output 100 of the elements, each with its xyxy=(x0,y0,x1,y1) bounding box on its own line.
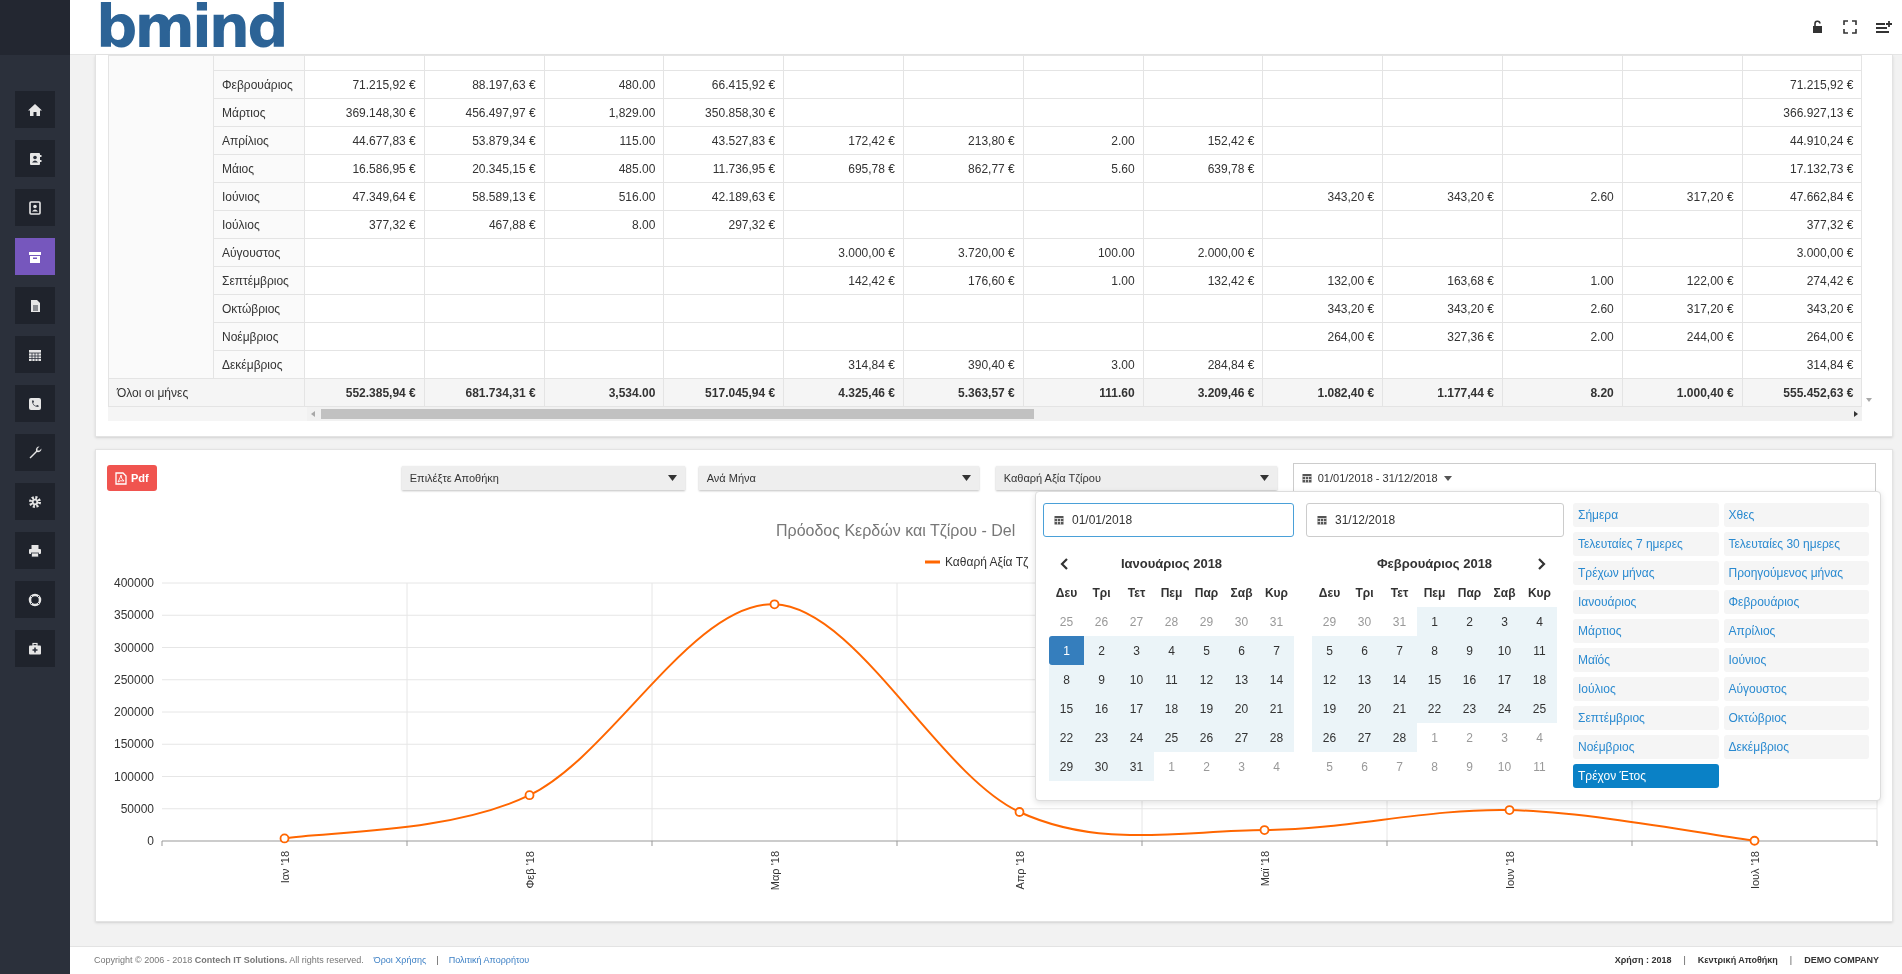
sidebar-button[interactable] xyxy=(15,287,55,324)
sidebar-button[interactable] xyxy=(15,581,55,618)
calendar-day[interactable]: 10 xyxy=(1487,636,1522,665)
calendar-day[interactable]: 18 xyxy=(1154,694,1189,723)
calendar-day[interactable]: 26 xyxy=(1312,723,1347,752)
calendar-day[interactable]: 15 xyxy=(1049,694,1084,723)
lifebuoy-icon xyxy=(27,591,43,608)
calendar-day[interactable]: 11 xyxy=(1154,665,1189,694)
sidebar-button[interactable] xyxy=(15,336,55,373)
sidebar-button[interactable] xyxy=(15,238,55,275)
calendar-day[interactable]: 6 xyxy=(1347,636,1382,665)
logo[interactable]: bmind xyxy=(96,0,286,54)
calendar-day[interactable]: 27 xyxy=(1224,723,1259,752)
horizontal-scrollbar[interactable] xyxy=(307,407,1862,421)
calendar-day[interactable]: 12 xyxy=(1312,665,1347,694)
calendar-day[interactable]: 4 xyxy=(1522,607,1557,636)
sidebar-button[interactable] xyxy=(15,140,55,177)
range-option[interactable]: Σήμερα xyxy=(1573,503,1719,527)
calendar-day[interactable]: 21 xyxy=(1259,694,1294,723)
select-field[interactable]: Επιλέξτε Αποθήκη xyxy=(401,466,685,490)
calendar-day[interactable]: 3 xyxy=(1119,636,1154,665)
calendar-day[interactable]: 6 xyxy=(1224,636,1259,665)
calendar-day[interactable]: 20 xyxy=(1224,694,1259,723)
calendar-day[interactable]: 13 xyxy=(1347,665,1382,694)
calendar-day[interactable]: 24 xyxy=(1487,694,1522,723)
calendar-day[interactable]: 23 xyxy=(1084,723,1119,752)
calendar-day[interactable]: 5 xyxy=(1312,636,1347,665)
range-option[interactable]: Τρέχων μήνας xyxy=(1573,561,1719,585)
calendar-day[interactable]: 17 xyxy=(1119,694,1154,723)
calendar-day[interactable]: 8 xyxy=(1417,636,1452,665)
calendar-day[interactable]: 26 xyxy=(1189,723,1224,752)
calendar-day[interactable]: 27 xyxy=(1347,723,1382,752)
calendar-day[interactable]: 31 xyxy=(1119,752,1154,781)
calendar-day[interactable]: 22 xyxy=(1417,694,1452,723)
range-option[interactable]: Ιανουάριος xyxy=(1573,590,1719,614)
calendar-day[interactable]: 19 xyxy=(1312,694,1347,723)
select-field[interactable]: Ανά Μήνα xyxy=(698,466,979,490)
range-option[interactable]: Ιούλιος xyxy=(1573,677,1719,701)
range-option[interactable]: Τρέχον Έτος xyxy=(1573,764,1719,788)
calendar-day[interactable]: 8 xyxy=(1049,665,1084,694)
calendar-day[interactable]: 11 xyxy=(1522,636,1557,665)
calendar-day[interactable]: 1 xyxy=(1417,607,1452,636)
calendar-day[interactable]: 16 xyxy=(1452,665,1487,694)
range-option[interactable]: Προηγούμενος μήνας xyxy=(1723,561,1869,585)
sidebar-button[interactable] xyxy=(15,385,55,422)
calendar-day[interactable]: 25 xyxy=(1522,694,1557,723)
calendar-day[interactable]: 14 xyxy=(1259,665,1294,694)
calendar-day[interactable]: 1 xyxy=(1049,636,1084,665)
range-option[interactable]: Οκτώβριος xyxy=(1723,706,1869,730)
calendar-day[interactable]: 16 xyxy=(1084,694,1119,723)
range-option[interactable]: Μαϊός xyxy=(1573,648,1719,672)
calendar-day[interactable]: 2 xyxy=(1452,607,1487,636)
footer-link[interactable]: Όροι Χρήσης xyxy=(373,953,427,968)
calendar-day[interactable]: 5 xyxy=(1189,636,1224,665)
range-option[interactable]: Σεπτέμβριος xyxy=(1573,706,1719,730)
sidebar-button[interactable] xyxy=(15,532,55,569)
calendar-day[interactable]: 13 xyxy=(1224,665,1259,694)
range-option[interactable]: Απρίλιος xyxy=(1723,619,1869,643)
select-field[interactable]: Καθαρή Αξία Τζίρου xyxy=(995,466,1277,490)
calendar-day[interactable]: 2 xyxy=(1084,636,1119,665)
range-option[interactable]: Τελευταίες 30 ημερες xyxy=(1723,532,1869,556)
calendar-day[interactable]: 29 xyxy=(1049,752,1084,781)
calendar-day[interactable]: 4 xyxy=(1154,636,1189,665)
range-option[interactable]: Αύγουστος xyxy=(1723,677,1869,701)
range-option[interactable]: Φεβρουάριος xyxy=(1723,590,1869,614)
scrollbar-thumb[interactable] xyxy=(321,409,1034,419)
calendar-day[interactable]: 30 xyxy=(1084,752,1119,781)
calendar-day[interactable]: 7 xyxy=(1382,636,1417,665)
range-option[interactable]: Χθες xyxy=(1723,503,1869,527)
date-input[interactable]: 01/01/2018 xyxy=(1043,503,1294,537)
range-option[interactable]: Ιούνιος xyxy=(1723,648,1869,672)
calendar-day[interactable]: 20 xyxy=(1347,694,1382,723)
calendar-day[interactable]: 18 xyxy=(1522,665,1557,694)
sidebar-button[interactable] xyxy=(15,630,55,667)
calendar-day[interactable]: 28 xyxy=(1382,723,1417,752)
range-option[interactable]: Τελευταίες 7 ημερες xyxy=(1573,532,1719,556)
calendar-day[interactable]: 15 xyxy=(1417,665,1452,694)
calendar-day[interactable]: 14 xyxy=(1382,665,1417,694)
calendar-day[interactable]: 22 xyxy=(1049,723,1084,752)
calendar-day[interactable]: 24 xyxy=(1119,723,1154,752)
calendar-day[interactable]: 9 xyxy=(1084,665,1119,694)
sidebar-button[interactable] xyxy=(15,189,55,226)
calendar-day[interactable]: 9 xyxy=(1452,636,1487,665)
calendar-day[interactable]: 7 xyxy=(1259,636,1294,665)
calendar-day[interactable]: 23 xyxy=(1452,694,1487,723)
calendar-day[interactable]: 19 xyxy=(1189,694,1224,723)
calendar-day[interactable]: 28 xyxy=(1259,723,1294,752)
range-option[interactable]: Νοέμβριος xyxy=(1573,735,1719,759)
calendar-day[interactable]: 12 xyxy=(1189,665,1224,694)
calendar-day[interactable]: 3 xyxy=(1487,607,1522,636)
sidebar-button[interactable] xyxy=(15,91,55,128)
footer-link[interactable]: Πολιτική Απορρήτου xyxy=(448,953,530,968)
calendar-day[interactable]: 21 xyxy=(1382,694,1417,723)
sidebar-button[interactable] xyxy=(15,483,55,520)
calendar-day[interactable]: 10 xyxy=(1119,665,1154,694)
calendar-day[interactable]: 17 xyxy=(1487,665,1522,694)
calendar-day[interactable]: 25 xyxy=(1154,723,1189,752)
range-option[interactable]: Μάρτιος xyxy=(1573,619,1719,643)
range-option[interactable]: Δεκέμβριος xyxy=(1723,735,1869,759)
date-input[interactable]: 31/12/2018 xyxy=(1306,503,1564,537)
